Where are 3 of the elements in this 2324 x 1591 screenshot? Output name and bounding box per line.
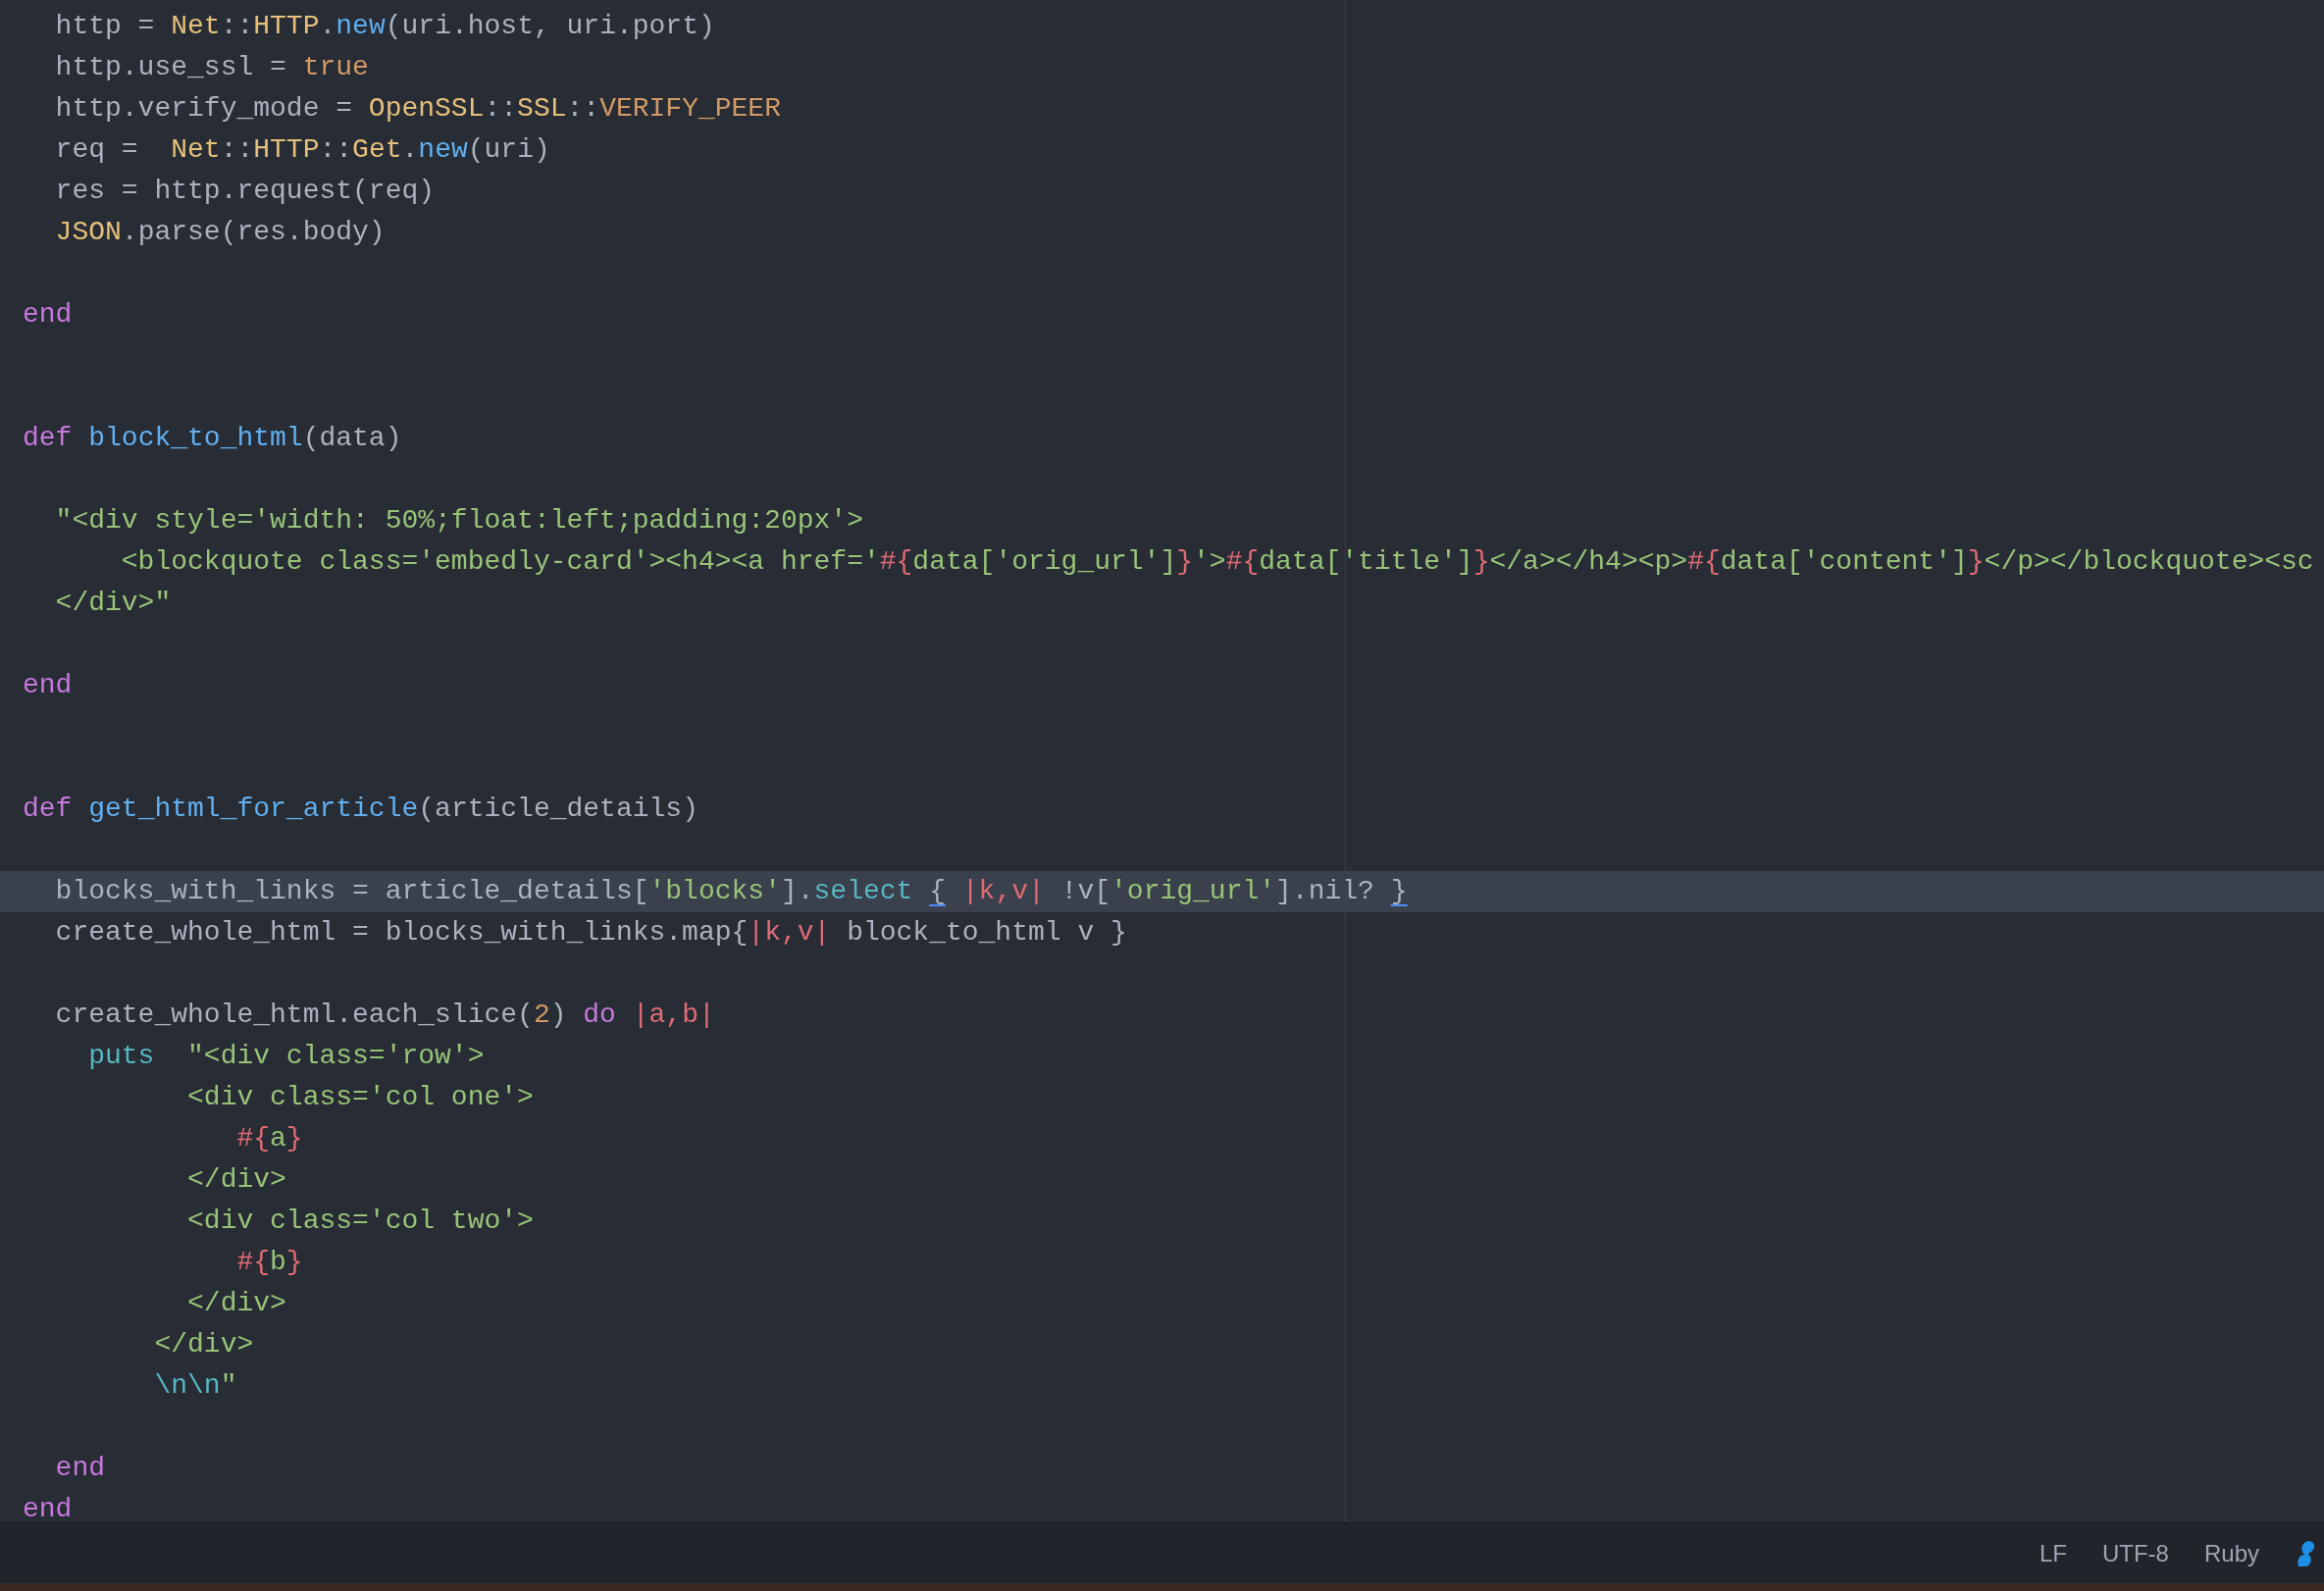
encoding-indicator[interactable]: UTF-8 [2101, 1539, 2169, 1567]
grammar-indicator[interactable]: Ruby [2203, 1539, 2259, 1567]
line-ending-indicator[interactable]: LF [2039, 1539, 2067, 1567]
